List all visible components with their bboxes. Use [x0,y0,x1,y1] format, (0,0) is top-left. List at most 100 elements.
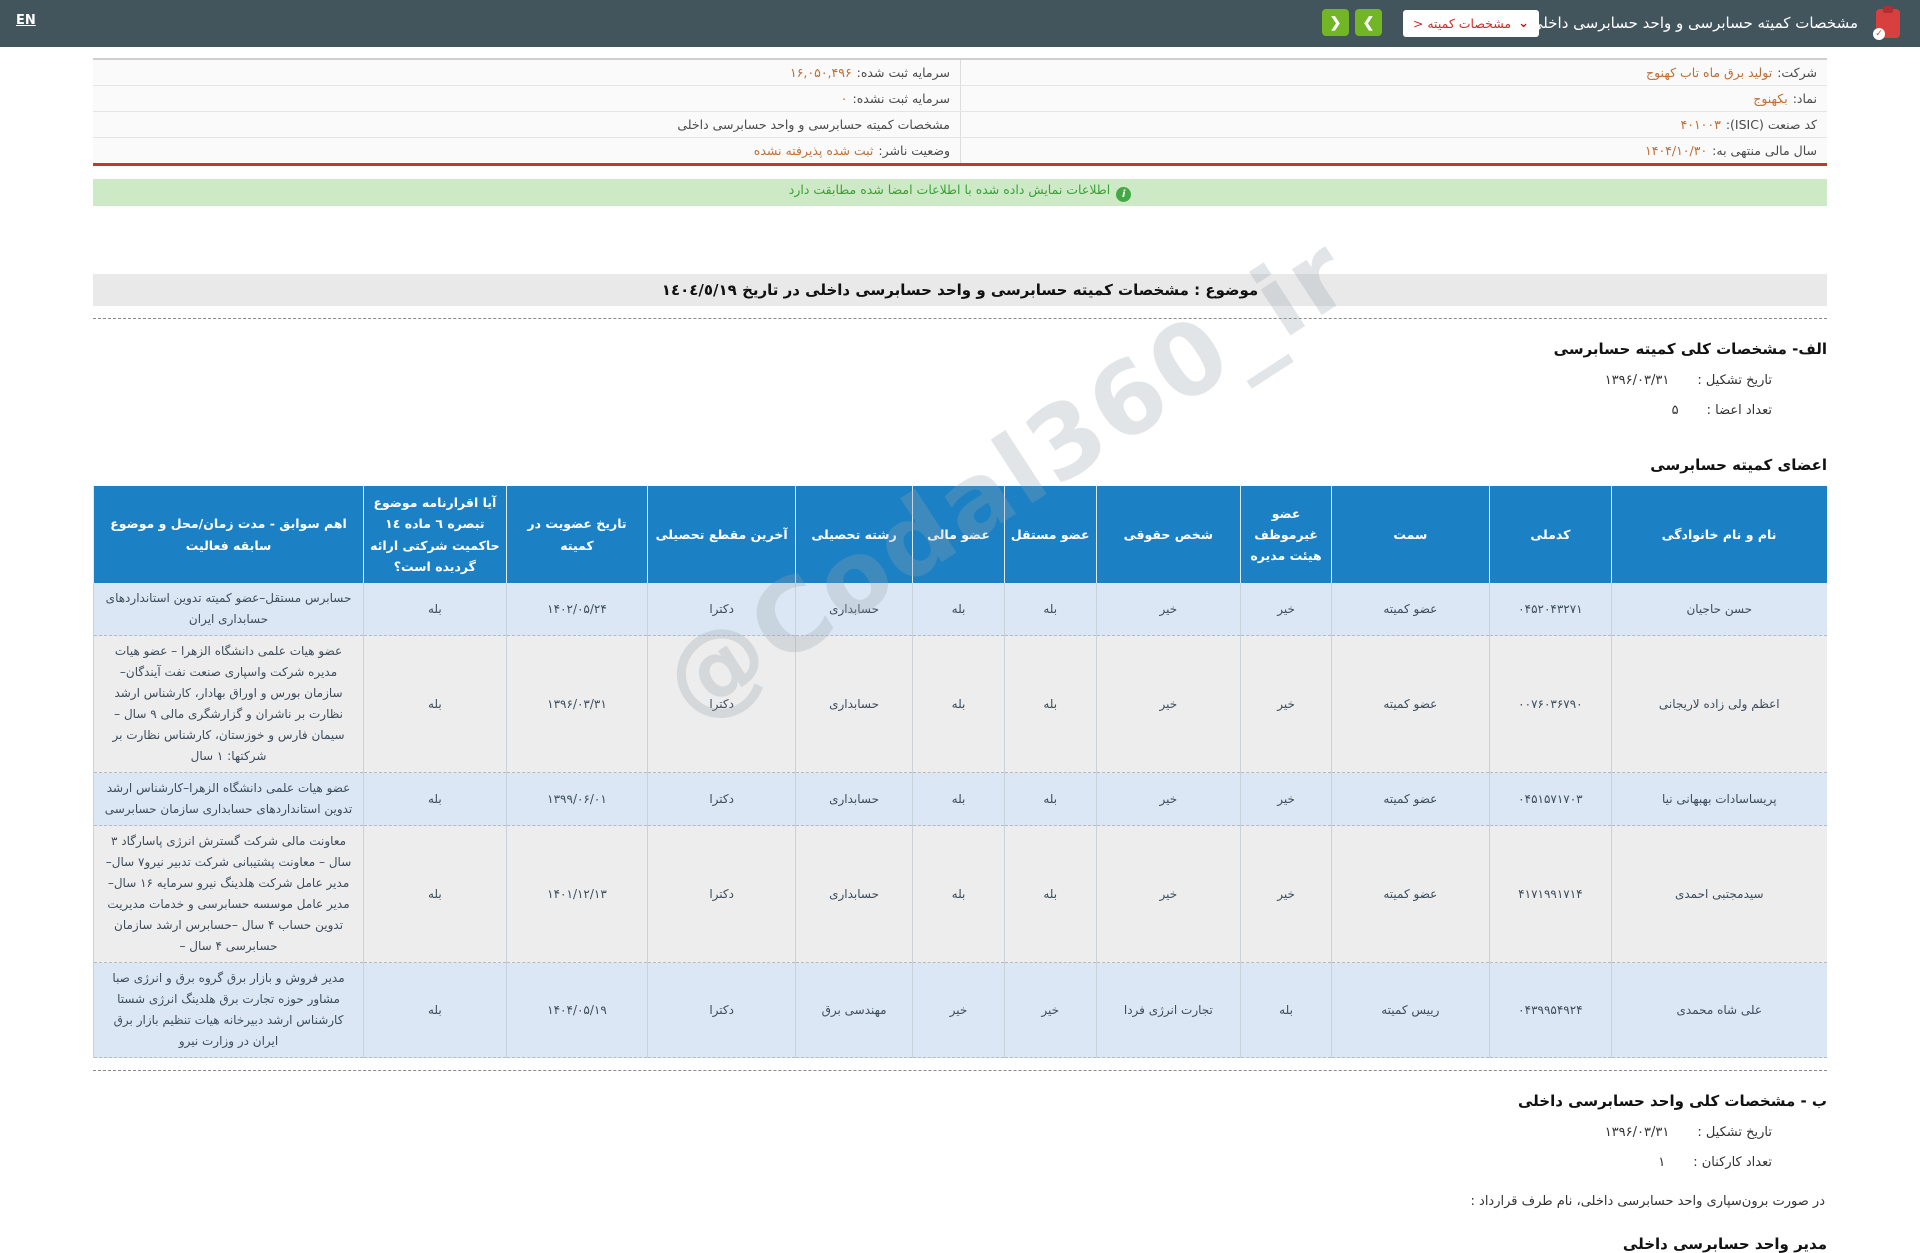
field-label: تعداد کارکنان : [1693,1155,1772,1170]
member-cell: بله [363,962,507,1058]
member-cell: ۰۰۷۶۰۳۶۷۹۰ [1488,635,1612,773]
info-cell: سرمایه ثبت شده: ۱۶,۰۵۰,۴۹۶ [93,60,960,85]
info-value: ۱۴۰۴/۱۰/۳۰ [1645,143,1708,158]
field-value: ۱۳۹۶/۰۳/۳۱ [1604,1125,1670,1140]
dashed-divider [93,1070,1827,1071]
company-info-row: سال مالی منتهی به: ۱۴۰۴/۱۰/۳۰ وضعیت ناشر: ث… [93,138,1827,163]
members-table-heading: اعضای کمیته حسابرسی [1650,456,1827,474]
member-cell: بله [363,583,507,636]
member-cell: بله [1003,825,1097,963]
member-cell: خیر [1095,635,1241,773]
next-report-button[interactable]: ❯ [1355,9,1382,36]
member-cell: بله [912,583,1005,636]
company-info-row: کد صنعت (ISIC): ۴۰۱۰۰۳ مشخصات کمیته حسابرس… [93,112,1827,138]
info-cell: شرکت: تولید برق ماه تاب کهنوج [960,60,1827,85]
member-cell: عضو کمیته [1330,583,1490,636]
member-cell: ۱۳۹۶/۰۳/۳۱ [505,635,648,773]
member-cell: ۰۴۳۹۹۵۴۹۲۴ [1488,962,1612,1058]
member-row: اعظم ولی زاده لاریجانی ۰۰۷۶۰۳۶۷۹۰ عضو کمیت… [92,635,1827,773]
internal-audit-manager-heading: مدیر واحد حسابرسی داخلی [1622,1235,1827,1253]
field-value: ۱۳۹۶/۰۳/۳۱ [1604,373,1670,388]
member-cell: ۱۳۹۹/۰۶/۰۱ [505,772,648,826]
member-cell: اعظم ولی زاده لاریجانی [1611,635,1827,773]
company-info-row: شرکت: تولید برق ماه تاب کهنوج سرمایه ثبت ش… [93,60,1827,86]
report-subject: موضوع : مشخصات کمیته حسابرسی و واحد حساب… [93,274,1827,306]
column-header: اهم سوابق - مدت زمان/محل و موضوع سابقه ف… [92,486,364,583]
info-cell: مشخصات کمیته حسابرسی و واحد حسابرسی داخل… [93,112,960,137]
committee-members-table: نام و نام خانوادگی کدملی سمت عضو غیرموظف هی… [92,486,1827,1058]
info-value: ثبت شده پذیرفته نشده [753,143,874,158]
info-label: کد صنعت (ISIC): [1725,117,1817,132]
member-cell: بله [363,635,507,773]
member-cell: خیر [1240,635,1332,773]
field-label: تاریخ تشکیل : [1697,373,1772,388]
member-cell: پریساسادات بهبهانی نیا [1611,772,1827,826]
unit-formation-date: تاریخ تشکیل : ۱۳۹۶/۰۳/۳۱ [93,1125,1827,1140]
unit-staff-count: تعداد کارکنان : ۱ [93,1155,1827,1170]
top-bar: EN ❮ ❯ ⌄ مشخصات کمیته < مشخصات کمیته حسا… [0,0,1920,47]
member-cell: حسابداری [795,772,913,826]
section-b-heading: ب - مشخصات کلی واحد حسابرسی داخلی [1518,1092,1827,1110]
outsourcing-label: در صورت برون‌سپاری واحد حسابرسی داخلی، ن… [1470,1194,1825,1209]
member-cell: ۱۴۰۱/۱۲/۱۳ [505,825,648,963]
member-cell: خیر [912,962,1005,1058]
member-cell: حسابداری [795,583,913,636]
member-cell: حسن حاجیان [1611,583,1827,636]
prev-report-button[interactable]: ❮ [1322,9,1349,36]
column-header: کدملی [1488,486,1612,583]
member-cell: بله [912,635,1005,773]
column-header: شخص حقوقی [1095,486,1241,583]
column-header: نام و نام خانوادگی [1611,486,1827,583]
member-row: علی شاه محمدی ۰۴۳۹۹۵۴۹۲۴ رییس کمیته بله تجار… [92,962,1827,1058]
member-cell: دکترا [647,583,796,636]
member-cell: ۱۴۰۴/۰۵/۱۹ [505,962,648,1058]
info-cell: نماد: بکهنوج [960,86,1827,111]
member-cell: خیر [1240,825,1332,963]
member-cell: مهندسی برق [795,962,913,1058]
info-icon: i [1116,187,1132,202]
member-cell: بله [912,825,1005,963]
member-cell: عضو کمیته [1330,825,1490,963]
member-cell: دکترا [647,635,796,773]
member-cell: حسابداری [795,635,913,773]
member-cell: خیر [1003,962,1097,1058]
member-cell: خیر [1095,583,1241,636]
page-title: مشخصات کمیته حسابرسی و واحد حسابرسی داخل… [1530,14,1858,32]
column-header: آیا اقرارنامه موضوع تبصره ٦ ماده ١٤ حاکم… [363,486,507,583]
report-section-dropdown[interactable]: ⌄ مشخصات کمیته < [1402,10,1539,37]
info-label: سال مالی منتهی به: [1712,143,1817,158]
member-cell: معاونت مالی شرکت گسترش انرژی پاسارگاد ۳ … [92,825,364,963]
member-cell: دکترا [647,772,796,826]
chevron-down-icon: ⌄ [1518,15,1529,31]
column-header: عضو مالی [912,486,1005,583]
committee-member-count: تعداد اعضا : ۵ [93,403,1827,418]
info-cell: سرمایه ثبت نشده: ۰ [93,86,960,111]
info-label: شرکت: [1777,65,1817,80]
section-a-heading: الف- مشخصات کلی کمیته حسابرسی [1553,340,1827,358]
info-value: ۴۰۱۰۰۳ [1680,117,1721,132]
member-cell: دکترا [647,962,796,1058]
field-value: ۱ [1658,1155,1666,1170]
signature-match-notice: i اطلاعات نمایش داده شده با اطلاعات امضا … [93,179,1827,206]
member-cell: بله [1003,583,1097,636]
member-cell: بله [363,825,507,963]
info-value: تولید برق ماه تاب کهنوج [1646,65,1773,80]
member-cell: سیدمجتبی احمدی [1611,825,1827,963]
info-cell: سال مالی منتهی به: ۱۴۰۴/۱۰/۳۰ [960,138,1827,163]
member-cell: خیر [1240,772,1332,826]
member-row: پریساسادات بهبهانی نیا ۰۴۵۱۵۷۱۷۰۳ عضو کمیت… [92,772,1827,826]
member-cell: دکترا [647,825,796,963]
member-row: حسن حاجیان ۰۴۵۲۰۴۳۲۷۱ عضو کمیته خیر خیر بله بل… [92,583,1827,636]
clipboard-report-icon [1873,6,1900,40]
member-cell: تجارت انرژی فردا [1095,962,1241,1058]
info-value: ۰ [840,91,848,106]
members-table-header-row: نام و نام خانوادگی کدملی سمت عضو غیرموظف هی… [92,486,1827,583]
language-switch-en[interactable]: EN [16,13,36,28]
member-cell: بله [912,772,1005,826]
column-header: عضو غیرموظف هیئت مدیره [1240,486,1332,583]
member-cell: عضو کمیته [1330,635,1490,773]
column-header: رشته تحصیلی [795,486,913,583]
report-dropdown-label: مشخصات کمیته < [1412,16,1512,31]
info-cell: کد صنعت (ISIC): ۴۰۱۰۰۳ [960,112,1827,137]
info-value: بکهنوج [1753,91,1788,106]
